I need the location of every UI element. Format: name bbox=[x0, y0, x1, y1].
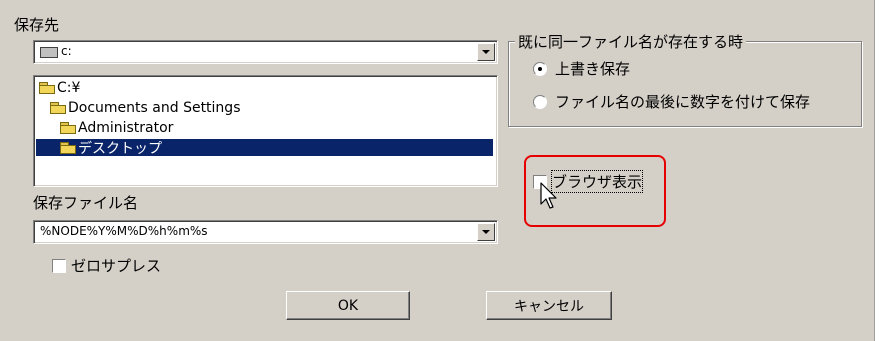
folder-item-desktop[interactable]: デスクトップ bbox=[36, 139, 493, 157]
folder-tree[interactable]: C:¥ Documents and Settings Administrator… bbox=[33, 75, 498, 187]
file-name-value: %NODE%Y%M%D%h%m%s bbox=[40, 224, 208, 238]
drive-value: c: bbox=[61, 44, 72, 58]
save-settings-dialog: 保存先 c: C:¥ Documents and Settings Admini… bbox=[0, 0, 875, 341]
zero-suppress-label[interactable]: ゼロサプレス bbox=[71, 255, 161, 276]
overwrite-radio[interactable] bbox=[533, 62, 547, 76]
overwrite-option-group bbox=[508, 41, 862, 127]
mouse-pointer-icon bbox=[540, 182, 557, 209]
folder-open-icon bbox=[60, 121, 76, 134]
folder-open-icon bbox=[39, 81, 55, 94]
file-name-dropdown-button[interactable] bbox=[477, 223, 495, 241]
file-name-label: 保存ファイル名 bbox=[33, 194, 139, 212]
drive-dropdown-button[interactable] bbox=[477, 43, 495, 61]
ok-button[interactable]: OK bbox=[286, 291, 410, 320]
drive-icon bbox=[40, 46, 58, 58]
drive-select[interactable]: c: bbox=[33, 40, 498, 64]
folder-item-documents-and-settings[interactable]: Documents and Settings bbox=[50, 99, 240, 116]
folder-open-icon bbox=[60, 141, 76, 154]
browser-view-label[interactable]: ブラウザ表示 bbox=[550, 170, 644, 193]
append-number-radio-label[interactable]: ファイル名の最後に数字を付けて保存 bbox=[555, 91, 810, 112]
overwrite-group-title: 既に同一ファイル名が存在する時 bbox=[515, 31, 747, 52]
save-location-label: 保存先 bbox=[14, 16, 60, 34]
zero-suppress-checkbox[interactable] bbox=[52, 259, 66, 273]
folder-item-administrator[interactable]: Administrator bbox=[60, 119, 173, 136]
cancel-button[interactable]: キャンセル bbox=[486, 291, 612, 320]
folder-open-icon bbox=[50, 101, 66, 114]
folder-item-root[interactable]: C:¥ bbox=[39, 79, 80, 96]
overwrite-radio-label[interactable]: 上書き保存 bbox=[555, 58, 630, 79]
file-name-combo[interactable]: %NODE%Y%M%D%h%m%s bbox=[33, 220, 498, 244]
append-number-radio[interactable] bbox=[533, 95, 547, 109]
